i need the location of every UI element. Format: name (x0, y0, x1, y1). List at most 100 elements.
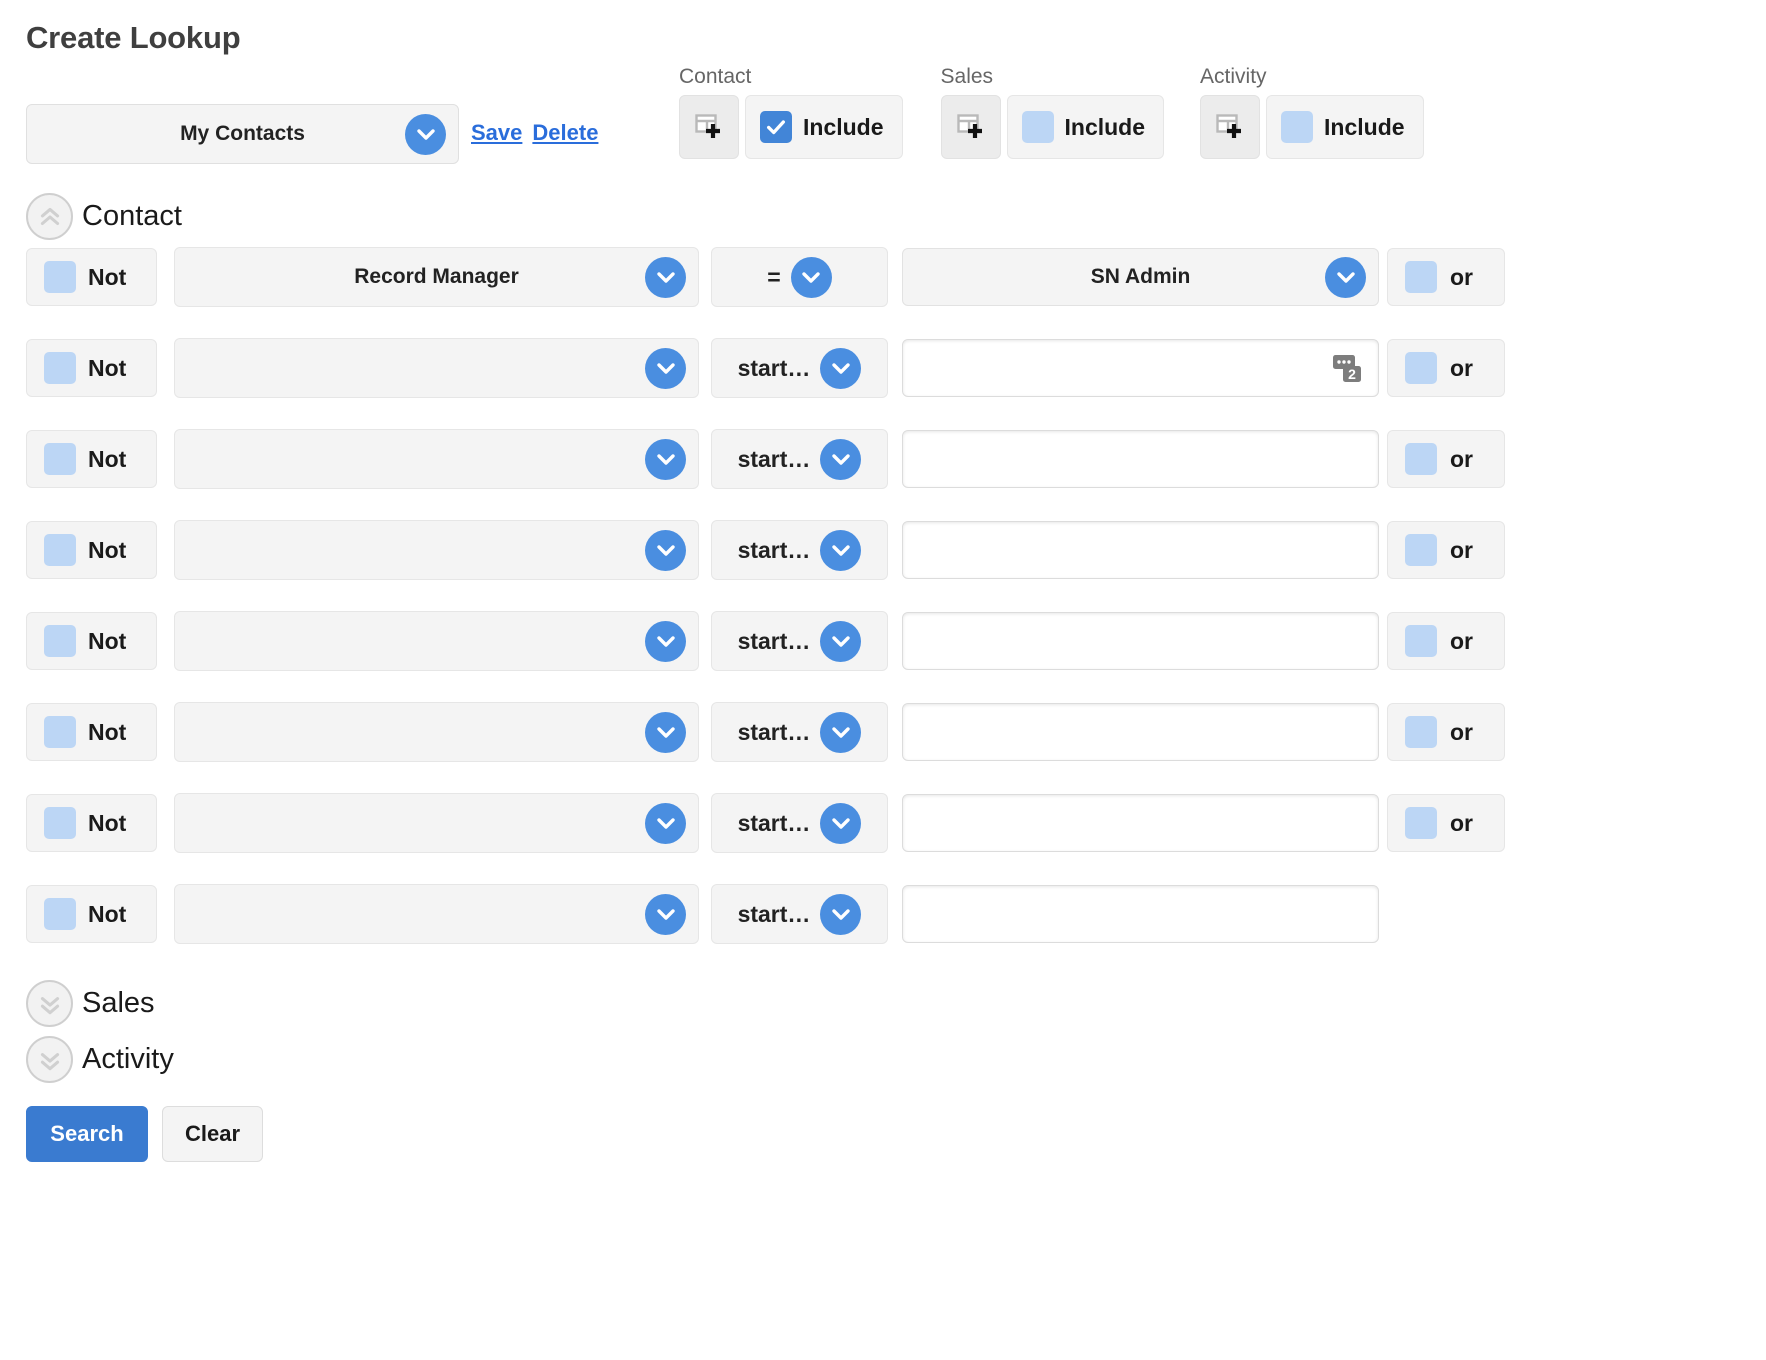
operator-value: start… (737, 900, 811, 927)
section-header-contact[interactable]: Contact (26, 193, 182, 240)
or-toggle[interactable]: or (1387, 521, 1505, 579)
add-column-icon[interactable] (940, 95, 1001, 159)
not-checkbox[interactable] (44, 898, 76, 930)
not-toggle[interactable]: Not (26, 339, 157, 397)
chevron-down-icon[interactable] (1325, 256, 1366, 298)
not-toggle[interactable]: Not (26, 703, 157, 761)
field-select[interactable] (174, 429, 699, 489)
not-label: Not (88, 627, 127, 654)
page-title: Create Lookup (26, 20, 241, 55)
or-toggle[interactable]: or (1387, 612, 1505, 670)
not-checkbox[interactable] (44, 261, 76, 293)
operator-select[interactable]: start… (711, 338, 888, 398)
or-toggle[interactable]: or (1387, 430, 1505, 488)
or-toggle[interactable]: or (1387, 703, 1505, 761)
search-button[interactable]: Search (26, 1106, 148, 1162)
operator-select[interactable]: start… (711, 611, 888, 671)
chevron-down-icon[interactable] (645, 893, 686, 935)
include-toggle-sales[interactable]: Include (1006, 95, 1165, 159)
or-checkbox[interactable] (1405, 443, 1437, 475)
or-checkbox[interactable] (1405, 807, 1437, 839)
not-checkbox[interactable] (44, 625, 76, 657)
or-checkbox[interactable] (1405, 261, 1437, 293)
value-input[interactable] (902, 430, 1379, 488)
chevron-down-icon[interactable] (645, 256, 686, 298)
field-select[interactable] (174, 884, 699, 944)
operator-select[interactable]: start… (711, 520, 888, 580)
double-chevron-down-icon[interactable] (26, 1036, 73, 1083)
chevron-down-icon[interactable] (820, 802, 862, 844)
or-checkbox[interactable] (1405, 352, 1437, 384)
not-label: Not (88, 445, 127, 472)
not-toggle[interactable]: Not (26, 430, 157, 488)
operator-select[interactable]: = (711, 247, 888, 307)
not-checkbox[interactable] (44, 443, 76, 475)
save-link[interactable]: Save (471, 120, 522, 146)
not-checkbox[interactable] (44, 716, 76, 748)
field-select[interactable] (174, 793, 699, 853)
operator-select[interactable]: start… (711, 793, 888, 853)
multi-value-badge-icon[interactable]: 2 (1331, 352, 1364, 385)
delete-link[interactable]: Delete (532, 120, 598, 146)
not-checkbox[interactable] (44, 807, 76, 839)
not-toggle[interactable]: Not (26, 885, 157, 943)
add-column-icon[interactable] (1200, 95, 1261, 159)
chevron-down-icon[interactable] (645, 347, 686, 389)
chevron-down-icon[interactable] (645, 529, 686, 571)
double-chevron-up-icon[interactable] (26, 193, 73, 240)
chevron-down-icon[interactable] (820, 711, 862, 753)
chevron-down-icon[interactable] (790, 256, 832, 298)
add-column-icon[interactable] (679, 95, 739, 159)
value-select[interactable]: SN Admin (902, 248, 1379, 306)
chevron-down-icon[interactable] (645, 438, 686, 480)
not-checkbox[interactable] (44, 352, 76, 384)
double-chevron-down-icon[interactable] (26, 980, 73, 1027)
include-checkbox[interactable] (760, 111, 792, 143)
chevron-down-icon[interactable] (820, 529, 862, 571)
or-toggle[interactable]: or (1387, 339, 1505, 397)
value-input[interactable] (902, 521, 1379, 579)
chevron-down-icon[interactable] (645, 711, 686, 753)
include-toggle-contact[interactable]: Include (745, 95, 903, 159)
or-toggle[interactable]: or (1387, 248, 1505, 306)
not-toggle[interactable]: Not (26, 248, 157, 306)
not-toggle[interactable]: Not (26, 521, 157, 579)
field-select[interactable]: Record Manager (174, 247, 699, 307)
include-checkbox[interactable] (1281, 111, 1314, 143)
value-input[interactable] (902, 885, 1379, 943)
chevron-down-icon[interactable] (645, 620, 686, 662)
chevron-down-icon[interactable] (820, 893, 862, 935)
value-input[interactable]: 2 (902, 339, 1379, 397)
value-input[interactable] (902, 612, 1379, 670)
chevron-down-icon[interactable] (645, 802, 686, 844)
operator-select[interactable]: start… (711, 884, 888, 944)
or-checkbox[interactable] (1405, 625, 1437, 657)
chevron-down-icon[interactable] (820, 620, 862, 662)
operator-select[interactable]: start… (711, 702, 888, 762)
field-select[interactable] (174, 702, 699, 762)
not-toggle[interactable]: Not (26, 612, 157, 670)
clear-button[interactable]: Clear (162, 1106, 263, 1162)
include-toggle-activity[interactable]: Include (1266, 95, 1424, 159)
field-select[interactable] (174, 611, 699, 671)
section-header-sales[interactable]: Sales (26, 980, 155, 1027)
chevron-down-icon[interactable] (405, 113, 446, 155)
filter-row: Not start… or (26, 702, 1505, 762)
not-toggle[interactable]: Not (26, 794, 157, 852)
field-select[interactable] (174, 520, 699, 580)
chevron-down-icon[interactable] (820, 347, 862, 389)
or-checkbox[interactable] (1405, 534, 1437, 566)
or-toggle[interactable]: or (1387, 794, 1505, 852)
operator-select[interactable]: start… (711, 429, 888, 489)
value-input[interactable] (902, 794, 1379, 852)
chevron-down-icon[interactable] (820, 438, 862, 480)
value-input[interactable] (902, 703, 1379, 761)
or-label: or (1450, 627, 1473, 654)
field-select[interactable] (174, 338, 699, 398)
include-checkbox[interactable] (1021, 111, 1054, 143)
filter-row: Not start… or (26, 611, 1505, 671)
saved-lookup-select[interactable]: My Contacts (26, 104, 459, 164)
not-checkbox[interactable] (44, 534, 76, 566)
or-checkbox[interactable] (1405, 716, 1437, 748)
section-header-activity[interactable]: Activity (26, 1036, 174, 1083)
